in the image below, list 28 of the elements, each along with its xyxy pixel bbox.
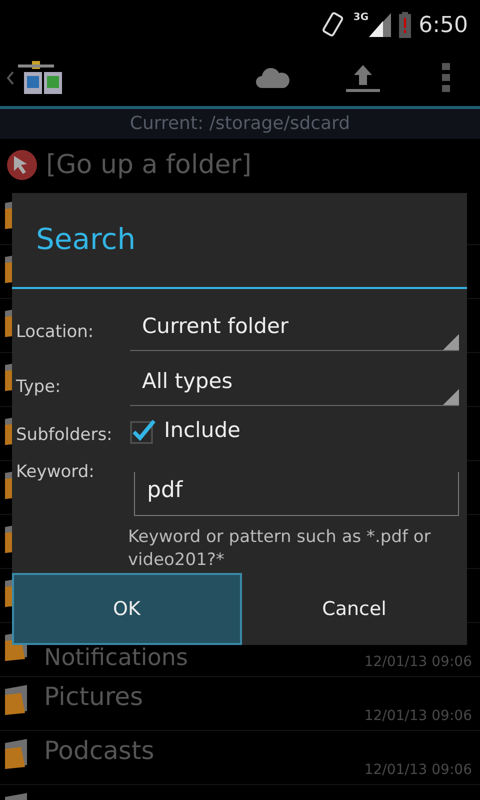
cloud-icon[interactable] bbox=[256, 68, 290, 88]
ok-button[interactable]: OK bbox=[12, 573, 242, 645]
file-date: 12/01/13 09:06 bbox=[364, 707, 472, 726]
go-up-icon[interactable] bbox=[6, 149, 38, 181]
dropdown[interactable]: Current folder bbox=[130, 307, 459, 351]
checkbox[interactable] bbox=[130, 418, 156, 444]
overflow-menu-icon[interactable] bbox=[442, 63, 450, 93]
dialog-title: Search bbox=[12, 193, 467, 289]
current-path: Current: /storage/sdcard bbox=[0, 109, 480, 139]
cancel-button[interactable]: Cancel bbox=[242, 573, 467, 645]
battery-icon bbox=[398, 12, 411, 38]
field-label: Subfolders: bbox=[16, 424, 114, 448]
rotation-icon bbox=[321, 11, 346, 39]
field-label: Location: bbox=[16, 320, 95, 344]
signal-icon bbox=[368, 13, 391, 37]
checkbox-label[interactable]: Include bbox=[164, 415, 240, 447]
upload-icon[interactable] bbox=[346, 63, 380, 93]
network-type: 3G bbox=[353, 13, 369, 23]
dropdown-arrow-icon bbox=[443, 389, 459, 405]
file-date: 12/01/13 09:06 bbox=[364, 653, 472, 672]
file-date: 12/01/13 09:06 bbox=[364, 761, 472, 780]
keyword-field[interactable]: pdf bbox=[134, 472, 459, 516]
dropdown-arrow-icon bbox=[443, 334, 459, 350]
field-label: Keyword: bbox=[16, 461, 96, 484]
dropdown[interactable]: All types bbox=[130, 362, 459, 406]
hint-text: Keyword or pattern such as *.pdf or video201?* bbox=[128, 526, 432, 572]
clock: 6:50 bbox=[418, 12, 468, 40]
field-label: Type: bbox=[16, 376, 62, 398]
